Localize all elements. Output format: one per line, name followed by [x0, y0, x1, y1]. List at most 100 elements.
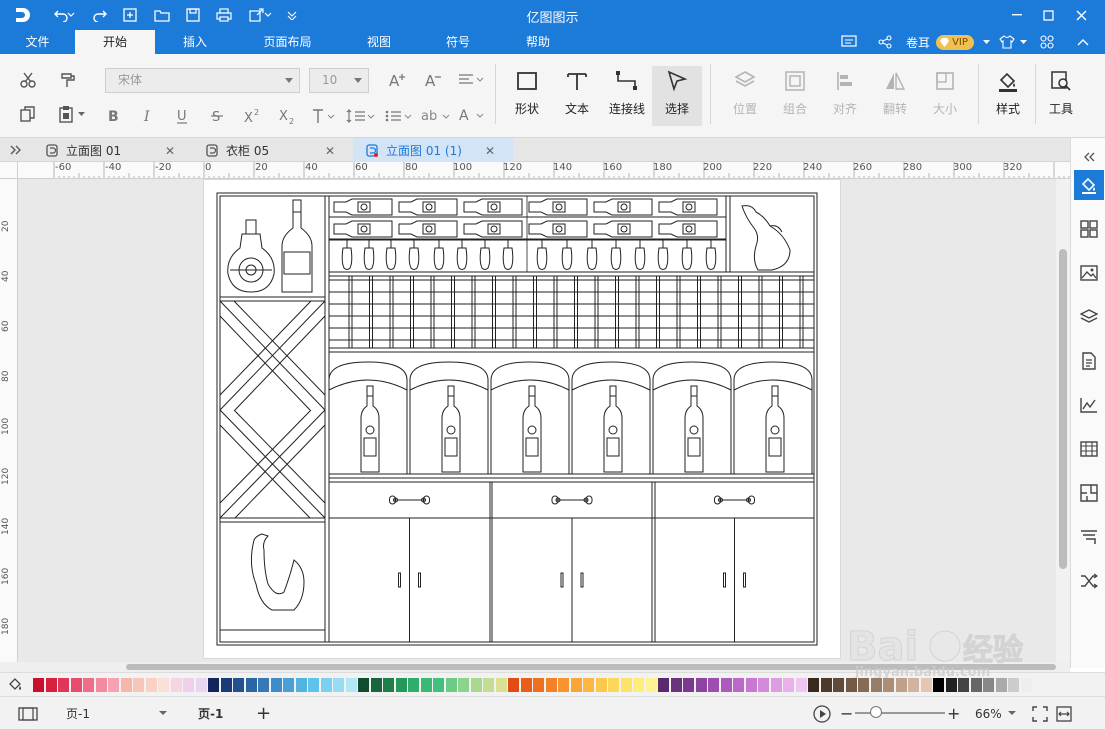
- tools-button[interactable]: 工具: [1036, 66, 1086, 126]
- style-button[interactable]: 样式: [983, 66, 1033, 126]
- color-swatch[interactable]: [895, 678, 907, 692]
- color-swatch[interactable]: [245, 678, 257, 692]
- color-swatch[interactable]: [458, 678, 469, 692]
- color-swatch[interactable]: [370, 678, 382, 692]
- color-swatch[interactable]: [708, 678, 719, 692]
- color-swatch[interactable]: [645, 678, 657, 692]
- page-select[interactable]: 页-1: [66, 697, 167, 729]
- tab-close-icon[interactable]: ✕: [483, 144, 497, 158]
- color-swatch[interactable]: [695, 678, 707, 692]
- tab-wardrobe-05[interactable]: 衣柜 05 ✕: [206, 138, 351, 162]
- color-swatch[interactable]: [83, 678, 94, 692]
- color-swatch[interactable]: [445, 678, 457, 692]
- collapse-ribbon-icon[interactable]: [1072, 32, 1094, 52]
- comment-icon[interactable]: [838, 32, 860, 52]
- skin-dropdown-icon[interactable]: [1018, 32, 1028, 52]
- color-swatch[interactable]: [120, 678, 132, 692]
- color-swatch[interactable]: [770, 678, 782, 692]
- color-swatch[interactable]: [858, 678, 869, 692]
- menu-symbols[interactable]: 符号: [418, 30, 498, 54]
- color-swatch[interactable]: [995, 678, 1007, 692]
- page-layout-toggle-icon[interactable]: [18, 697, 44, 729]
- text-format-icon[interactable]: [309, 104, 339, 128]
- share-icon[interactable]: [874, 32, 896, 52]
- vertical-scroll-thumb[interactable]: [1059, 249, 1067, 569]
- color-swatch[interactable]: [845, 678, 857, 692]
- color-swatch[interactable]: [258, 678, 269, 692]
- text-tool-button[interactable]: 文本: [552, 66, 602, 126]
- color-swatch[interactable]: [758, 678, 769, 692]
- color-swatch[interactable]: [833, 678, 844, 692]
- color-swatch[interactable]: [1008, 678, 1019, 692]
- collapse-panel-icon[interactable]: [1074, 142, 1104, 172]
- color-swatch[interactable]: [408, 678, 419, 692]
- color-swatch[interactable]: [783, 678, 794, 692]
- color-swatch[interactable]: [658, 678, 669, 692]
- wine-cabinet-elevation-drawing[interactable]: [204, 180, 842, 660]
- font-color-icon[interactable]: A: [456, 104, 486, 128]
- color-swatch[interactable]: [345, 678, 357, 692]
- zoom-out-button[interactable]: −: [840, 697, 854, 729]
- drawing-page[interactable]: [203, 179, 841, 659]
- zoom-slider-track[interactable]: [855, 712, 945, 714]
- subscript-icon[interactable]: X2: [276, 104, 298, 128]
- color-swatch[interactable]: [195, 678, 207, 692]
- color-swatch[interactable]: [45, 678, 57, 692]
- color-swatch[interactable]: [958, 678, 969, 692]
- color-swatch[interactable]: [283, 678, 294, 692]
- zoom-level[interactable]: 66%: [975, 697, 1005, 729]
- floor-plan-icon[interactable]: [1074, 478, 1104, 508]
- color-swatch[interactable]: [383, 678, 394, 692]
- decrease-font-icon[interactable]: A: [420, 68, 446, 92]
- color-swatch[interactable]: [933, 678, 944, 692]
- flip-button[interactable]: 翻转: [870, 66, 920, 126]
- zoom-in-button[interactable]: +: [947, 697, 961, 729]
- color-swatch[interactable]: [58, 678, 69, 692]
- menu-file[interactable]: 文件: [0, 30, 75, 54]
- tab-elevation-01[interactable]: 立面图 01 ✕: [46, 138, 191, 162]
- color-swatch[interactable]: [533, 678, 544, 692]
- color-swatch[interactable]: [133, 678, 144, 692]
- paste-icon[interactable]: [54, 102, 78, 126]
- font-family-select[interactable]: 宋体: [105, 68, 300, 93]
- select-tool-button[interactable]: 选择: [652, 66, 702, 126]
- align-button[interactable]: 对齐: [820, 66, 870, 126]
- color-swatch[interactable]: [95, 678, 107, 692]
- position-button[interactable]: 位置: [720, 66, 770, 126]
- size-button[interactable]: 大小: [920, 66, 970, 126]
- paragraph-align-icon[interactable]: [456, 68, 486, 92]
- menu-page-layout[interactable]: 页面布局: [235, 30, 340, 54]
- cut-icon[interactable]: [16, 68, 40, 92]
- color-swatch[interactable]: [33, 678, 44, 692]
- maximize-button[interactable]: [1031, 0, 1065, 30]
- fill-bucket-icon[interactable]: [8, 677, 26, 693]
- color-swatch[interactable]: [358, 678, 369, 692]
- tab-close-icon[interactable]: ✕: [163, 144, 177, 158]
- add-page-button[interactable]: +: [256, 697, 272, 729]
- menu-insert[interactable]: 插入: [155, 30, 235, 54]
- bold-icon[interactable]: B: [102, 104, 124, 128]
- color-swatch[interactable]: [633, 678, 644, 692]
- presentation-icon[interactable]: [1074, 522, 1104, 552]
- text-case-icon[interactable]: ab: [419, 104, 451, 128]
- vip-badge[interactable]: VIP: [930, 32, 980, 52]
- color-swatch[interactable]: [720, 678, 732, 692]
- zoom-dropdown-icon[interactable]: [1008, 697, 1018, 729]
- account-dropdown-icon[interactable]: [981, 32, 991, 52]
- color-swatch[interactable]: [870, 678, 882, 692]
- line-spacing-icon[interactable]: [344, 104, 376, 128]
- color-swatch[interactable]: [745, 678, 757, 692]
- color-swatch[interactable]: [395, 678, 407, 692]
- play-presentation-icon[interactable]: [813, 697, 833, 729]
- menu-help[interactable]: 帮助: [498, 30, 578, 54]
- menu-home[interactable]: 开始: [75, 30, 155, 54]
- color-swatch[interactable]: [208, 678, 219, 692]
- color-swatch[interactable]: [483, 678, 494, 692]
- drawing-canvas[interactable]: [18, 179, 1056, 662]
- color-swatch[interactable]: [170, 678, 182, 692]
- color-swatch[interactable]: [733, 678, 744, 692]
- fit-page-icon[interactable]: [1032, 697, 1050, 729]
- color-swatch[interactable]: [945, 678, 957, 692]
- vertical-scrollbar[interactable]: [1056, 179, 1070, 662]
- strikethrough-icon[interactable]: S: [206, 104, 228, 128]
